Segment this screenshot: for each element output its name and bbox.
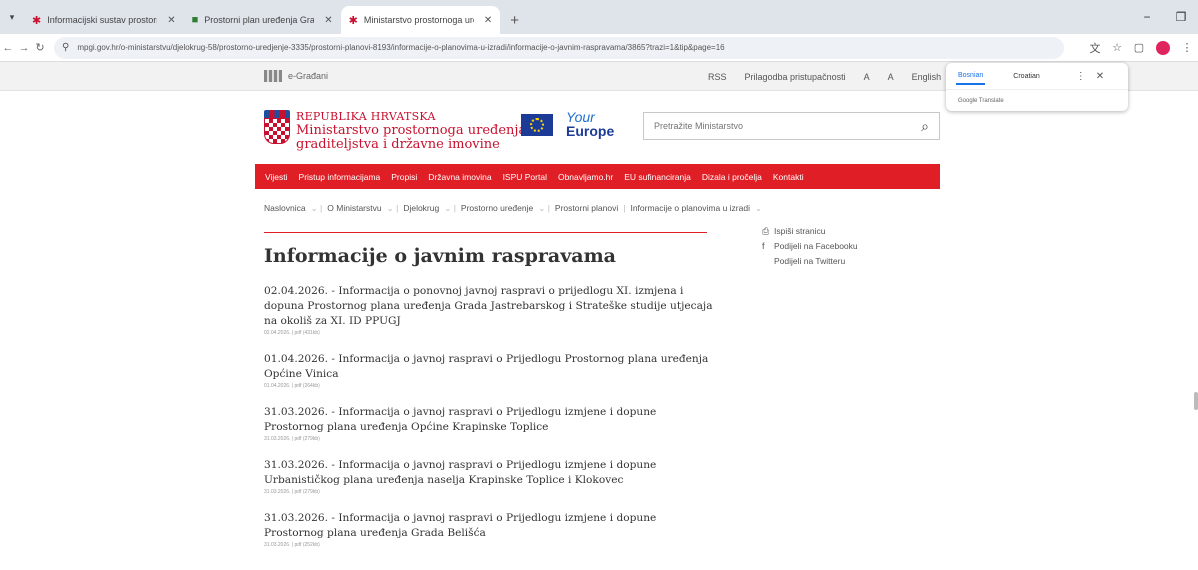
nav-item-propisi[interactable]: Propisi: [391, 172, 417, 182]
close-tab-icon[interactable]: ✕: [324, 15, 332, 26]
site-info-icon[interactable]: ⚲: [62, 42, 69, 53]
nav-item-drzavna-imovina[interactable]: Državna imovina: [428, 172, 491, 182]
europe-text: Europe: [566, 123, 615, 139]
logo-line-1: REPUBLIKA HRVATSKA: [296, 110, 436, 123]
english-link[interactable]: English: [912, 72, 942, 82]
menu-icon[interactable]: ⋮: [1176, 41, 1198, 54]
item-meta[interactable]: 31.03.2026. | pdf (279kb): [264, 489, 714, 495]
facebook-icon: f: [762, 241, 765, 251]
url-field[interactable]: ⚲ mpgi.gov.hr/o-ministarstvu/djelokrug-5…: [54, 36, 1064, 59]
scrollbar[interactable]: [1194, 392, 1198, 410]
your-text: Your: [566, 109, 595, 125]
list-item: 31.03.2026. - Informacija o javnoj raspr…: [264, 458, 714, 495]
tab-bar: ▾ ✱ Informacijski sustav prostornog ✕ ■ …: [0, 0, 1198, 34]
breadcrumb: Naslovnica ⌄ | O Ministarstvu ⌄ | Djelokru…: [264, 203, 763, 214]
top-links: RSS Prilagodba pristupačnosti A A Englis…: [708, 62, 959, 91]
print-link[interactable]: ⎙ Ispiši stranicu: [762, 224, 858, 239]
forward-icon[interactable]: →: [16, 42, 32, 54]
search-box: ⌕: [643, 112, 940, 140]
close-icon[interactable]: ✕: [1096, 71, 1104, 82]
font-increase-button[interactable]: A: [888, 72, 894, 82]
print-icon: ⎙: [762, 226, 770, 236]
egradani-label: e-Građani: [288, 71, 329, 81]
list-item: 31.03.2026. - Informacija o javnoj raspr…: [264, 405, 714, 442]
tab-title: Ministarstvo prostornoga uređe: [363, 15, 474, 25]
page-title: Informacije o javnim raspravama: [264, 245, 616, 267]
breadcrumb-item[interactable]: Djelokrug: [403, 203, 439, 214]
breadcrumb-item[interactable]: Prostorni planovi: [555, 203, 618, 214]
ministry-logo[interactable]: REPUBLIKA HRVATSKA Ministarstvo prostorn…: [264, 110, 530, 152]
item-title-link[interactable]: 01.04.2026. - Informacija o javnoj raspr…: [264, 352, 714, 382]
breadcrumb-item[interactable]: Naslovnica: [264, 203, 306, 214]
translate-lang-bosnian[interactable]: Bosnian: [956, 68, 986, 85]
site-favicon-icon: ■: [191, 14, 199, 26]
tab-title: Prostorni plan uređenja Grada J: [204, 15, 315, 25]
item-meta[interactable]: 01.04.2026. | pdf (264kb): [264, 383, 714, 389]
nav-item-vijesti[interactable]: Vijesti: [265, 172, 288, 182]
item-meta[interactable]: 31.03.2026. | pdf (279kb): [264, 436, 714, 442]
tab-search-icon[interactable]: ▾: [0, 0, 24, 34]
announcement-list: 02.04.2026. - Informacija o ponovnoj jav…: [264, 284, 714, 564]
nav-item-pristup[interactable]: Pristup informacijama: [299, 172, 381, 182]
profile-avatar[interactable]: [1156, 40, 1170, 55]
address-bar: ← → ↻ ⚲ mpgi.gov.hr/o-ministarstvu/djelo…: [0, 34, 1198, 62]
nav-item-ispu[interactable]: ISPU Portal: [503, 172, 547, 182]
share-links: ⎙ Ispiši stranicu f Podijeli na Facebooku …: [762, 224, 858, 269]
eu-flag-icon: [521, 114, 553, 136]
item-title-link[interactable]: 31.03.2026. - Informacija o javnoj raspr…: [264, 511, 714, 541]
close-tab-icon[interactable]: ✕: [167, 15, 175, 26]
restore-icon[interactable]: ❐: [1164, 10, 1198, 24]
translate-label: Google Translate: [946, 89, 1128, 112]
translate-popup: Bosnian Croatian ⋮ ✕ Google Translate: [946, 63, 1128, 111]
accessibility-link[interactable]: Prilagodba pristupačnosti: [745, 72, 846, 82]
extensions-icon[interactable]: ▢: [1128, 41, 1150, 54]
tab-title: Informacijski sustav prostornog: [47, 15, 157, 25]
logo-line-3: graditeljstva i državne imovine: [296, 137, 500, 152]
new-tab-button[interactable]: +: [510, 6, 519, 34]
breadcrumb-item[interactable]: O Ministarstvu: [327, 203, 381, 214]
item-title-link[interactable]: 02.04.2026. - Informacija o ponovnoj jav…: [264, 284, 714, 329]
tab-2[interactable]: ■ Prostorni plan uređenja Grada J ✕: [184, 6, 341, 34]
search-input[interactable]: [654, 121, 922, 131]
list-item: 31.03.2026. - Informacija o javnoj raspr…: [264, 511, 714, 548]
rss-link[interactable]: RSS: [708, 72, 727, 82]
translate-icon[interactable]: 文: [1084, 40, 1106, 56]
minimize-icon[interactable]: −: [1130, 10, 1164, 24]
croatia-favicon-icon: ✱: [32, 14, 42, 27]
nav-item-eu[interactable]: EU sufinanciranja: [624, 172, 691, 182]
translate-lang-croatian[interactable]: Croatian: [1011, 69, 1041, 84]
item-meta[interactable]: 31.03.2026. | pdf (252kb): [264, 542, 714, 548]
list-item: 02.04.2026. - Informacija o ponovnoj jav…: [264, 284, 714, 336]
list-item: 01.04.2026. - Informacija o javnoj raspr…: [264, 352, 714, 389]
tab-3-active[interactable]: ✱ Ministarstvo prostornoga uređe ✕: [340, 6, 501, 34]
close-tab-icon[interactable]: ✕: [484, 15, 492, 26]
coat-of-arms-icon: [264, 110, 290, 148]
item-title-link[interactable]: 31.03.2026. - Informacija o javnoj raspr…: [264, 405, 714, 435]
more-options-icon[interactable]: ⋮: [1076, 71, 1086, 82]
twitter-link[interactable]: Podijeli na Twitteru: [762, 254, 858, 269]
your-europe-logo[interactable]: Your Europe: [566, 110, 614, 138]
url-text: mpgi.gov.hr/o-ministarstvu/djelokrug-58/…: [77, 43, 725, 52]
croatia-favicon-icon: ✱: [348, 14, 358, 27]
font-decrease-button[interactable]: A: [864, 72, 870, 82]
breadcrumb-item[interactable]: Prostorno uređenje: [461, 203, 533, 214]
egradani-logo-icon: [264, 70, 282, 82]
egradani-link[interactable]: e-Građani: [264, 70, 328, 82]
nav-item-obnavljamo[interactable]: Obnavljamo.hr: [558, 172, 613, 182]
item-title-link[interactable]: 31.03.2026. - Informacija o javnoj raspr…: [264, 458, 714, 488]
logo-line-2: Ministarstvo prostornoga uređenja,: [296, 123, 531, 138]
reload-icon[interactable]: ↻: [32, 41, 48, 54]
search-icon[interactable]: ⌕: [921, 118, 929, 135]
nav-item-kontakti[interactable]: Kontakti: [773, 172, 804, 182]
main-nav: Vijesti Pristup informacijama Propisi Dr…: [255, 164, 940, 189]
breadcrumb-item[interactable]: Informacije o planovima u izradi: [630, 203, 750, 214]
nav-item-dizala[interactable]: Dizala i pročelja: [702, 172, 762, 182]
back-icon[interactable]: ←: [0, 42, 16, 54]
facebook-link[interactable]: f Podijeli na Facebooku: [762, 239, 858, 254]
title-divider: [264, 232, 707, 233]
tab-1[interactable]: ✱ Informacijski sustav prostornog ✕: [24, 6, 184, 34]
bookmark-star-icon[interactable]: ☆: [1106, 41, 1128, 54]
item-meta[interactable]: 02.04.2026. | pdf (431kb): [264, 330, 714, 336]
